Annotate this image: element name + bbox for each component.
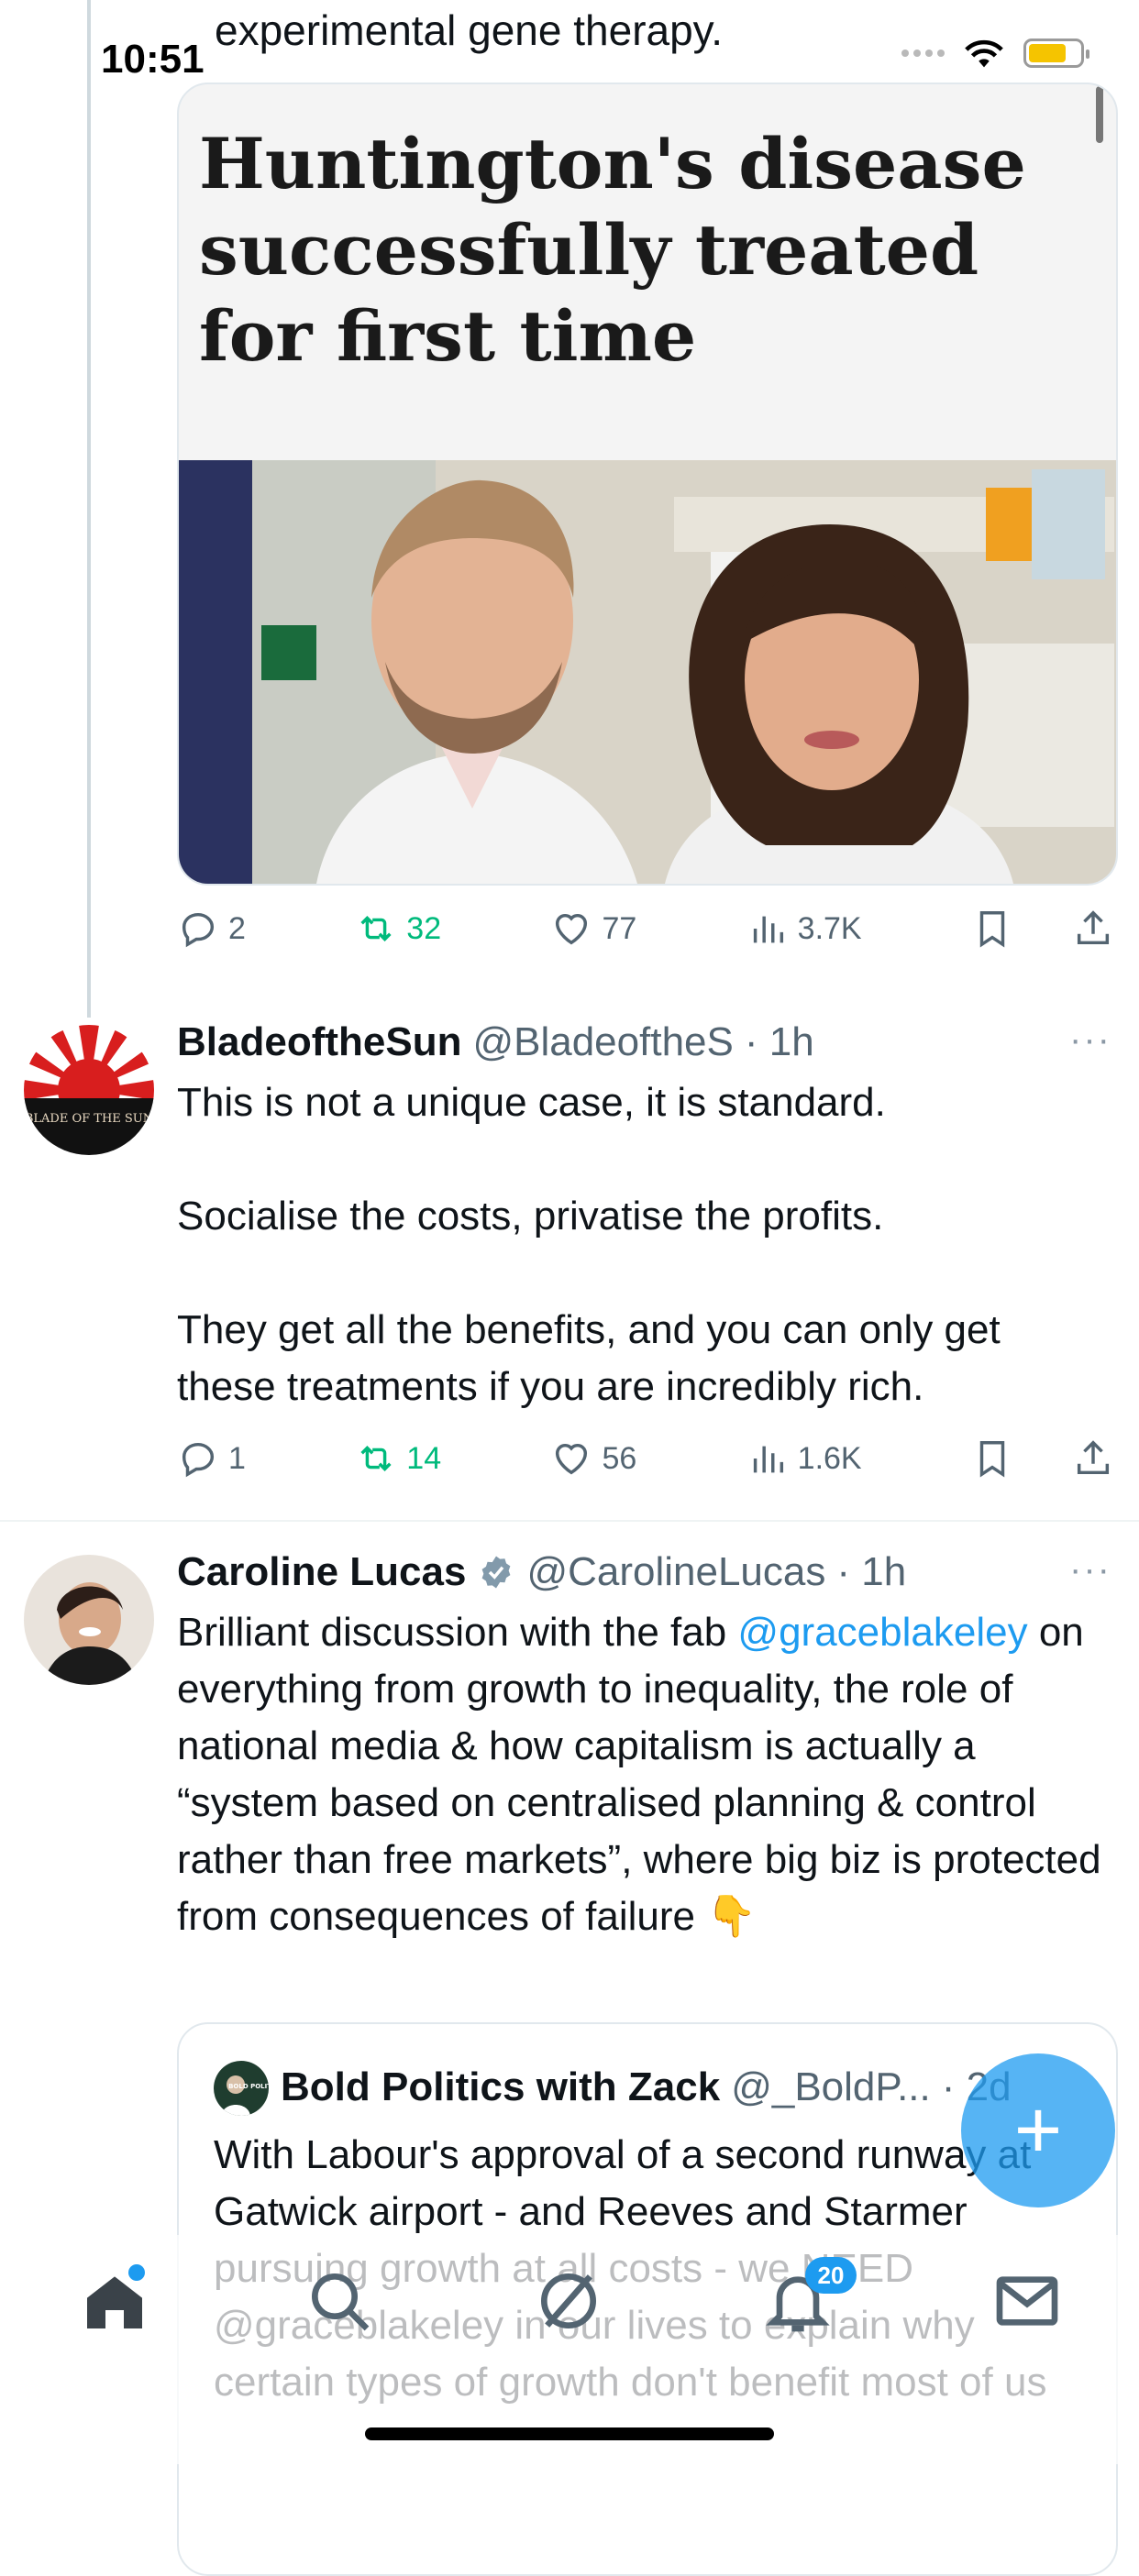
thread-line [87,0,91,1018]
reply-count: 2 [228,910,246,946]
quote-avatar-text: BOLD POLITICS [228,2083,269,2090]
bookmark-icon[interactable] [971,908,1013,950]
tweet-divider [0,1520,1139,1522]
share-icon[interactable] [1072,1437,1114,1480]
tweet-text-start: Brilliant discussion with the fab [177,1610,727,1655]
battery-icon [1023,39,1089,68]
like-button[interactable]: 56 [550,1437,636,1480]
rising-sun-avatar: BLADE OF THE SUN [24,1025,154,1155]
status-time: 10:51 [101,37,205,82]
wifi-icon [965,39,1003,68]
previous-tweet-actions: 2 32 77 3.7K [177,908,1114,950]
views-count: 3.7K [797,910,862,946]
views-button[interactable]: 3.7K [746,908,862,950]
heart-icon [556,913,588,945]
compose-button[interactable]: + [961,2053,1115,2207]
author-handle[interactable]: @CarolineLucas [526,1549,825,1595]
cellular-signal-icon [901,50,945,57]
quote-author-handle: @_BoldP... [731,2064,931,2109]
search-icon[interactable] [303,2264,376,2338]
views-icon [753,1446,783,1473]
author-handle[interactable]: @BladeoftheS [472,1019,733,1065]
grok-icon[interactable] [532,2264,605,2338]
share-icon[interactable] [1072,908,1114,950]
tweet-text: This is not a unique case, it is standar… [177,1074,1094,1415]
quote-avatar: BOLD POLITICS [214,2061,269,2116]
messages-icon[interactable] [990,2264,1064,2338]
reply-button[interactable]: 1 [177,1437,246,1480]
views-icon [753,916,783,943]
tweet-time: · 1h [836,1549,907,1594]
profile-photo [24,1555,154,1685]
reply-count: 1 [228,1440,246,1476]
author-name[interactable]: BladeoftheSun [177,1019,461,1065]
card-scrollbar [1096,86,1103,143]
like-button[interactable]: 77 [550,908,636,950]
home-indicator [365,2427,774,2440]
tweet-actions: 1 14 56 1.6K [177,1437,1114,1480]
like-count: 77 [602,910,637,946]
status-icons [901,37,1089,70]
heart-icon [556,1443,588,1475]
like-count: 56 [602,1440,637,1476]
more-options-button[interactable]: ··· [1069,1019,1111,1061]
reply-icon [182,1442,215,1478]
card-photo [179,460,1116,884]
repost-icon [360,916,392,941]
avatar-bladeofthesun[interactable]: BLADE OF THE SUN [24,1025,154,1155]
bookmark-icon[interactable] [971,1437,1013,1480]
mention-link[interactable]: @graceblakeley [737,1610,1027,1655]
views-button[interactable]: 1.6K [746,1437,862,1480]
author-name[interactable]: Caroline Lucas [177,1549,466,1595]
verified-badge-icon [482,1556,511,1589]
avatar-text: BLADE OF THE SUN [25,1112,153,1126]
reply-button[interactable]: 2 [177,908,246,950]
repost-button[interactable]: 14 [355,1437,441,1480]
repost-count: 32 [406,910,442,946]
tweet-paragraph: They get all the benefits, and you can o… [177,1307,1001,1409]
previous-tweet-text: experimental gene therapy. [215,6,724,54]
tweet-header: Caroline Lucas @CarolineLucas · 1h [177,1549,906,1595]
tweet-paragraph: This is not a unique case, it is standar… [177,1080,886,1125]
views-count: 1.6K [797,1440,862,1476]
tweet-text: Brilliant discussion with the fab @grace… [177,1604,1103,1945]
home-unread-dot [128,2264,145,2281]
notification-badge: 20 [805,2257,857,2294]
more-options-button[interactable]: ··· [1069,1549,1111,1591]
tweet-paragraph: Socialise the costs, privatise the profi… [177,1194,884,1238]
pointing-down-emoji: 👇 [706,1894,757,1939]
repost-button[interactable]: 32 [355,908,441,950]
avatar-caroline-lucas[interactable] [24,1555,154,1685]
bold-politics-logo: BOLD POLITICS [214,2061,269,2116]
reply-icon [182,912,215,948]
tweet-header: BladeoftheSun @BladeoftheS · 1h [177,1019,814,1065]
tweet-text-end: on everything from growth to inequality,… [177,1610,1101,1939]
tweet-time: · 1h [744,1019,814,1064]
repost-icon [360,1446,392,1471]
repost-count: 14 [406,1440,442,1476]
quote-header: Bold Politics with Zack @_BoldP... · 2d [281,2064,1012,2110]
card-headline: Huntington's disease successfully treate… [199,123,1026,377]
link-card[interactable]: Huntington's disease successfully treate… [177,83,1118,886]
quote-author-name: Bold Politics with Zack [281,2064,721,2109]
